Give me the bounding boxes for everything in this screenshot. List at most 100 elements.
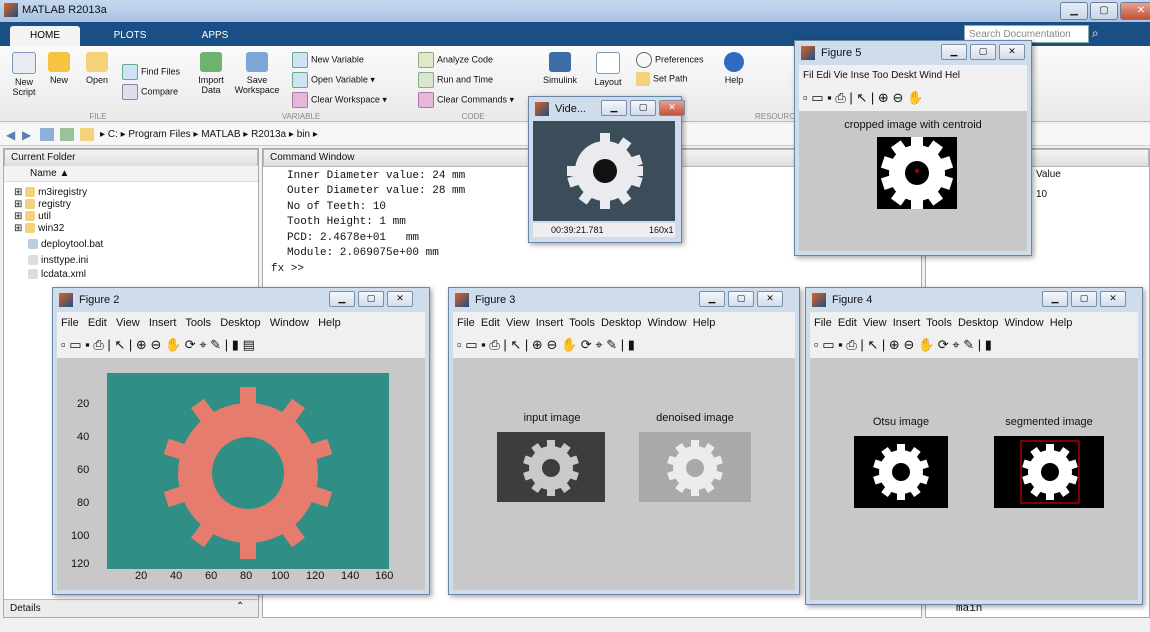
menu-view[interactable]: View (116, 317, 140, 329)
open-button[interactable]: Open (82, 52, 112, 85)
close-button[interactable]: ✕ (659, 100, 685, 116)
help-button[interactable]: Help (720, 52, 748, 85)
new-figure-icon[interactable]: ▫ (61, 337, 66, 352)
print-icon[interactable]: ⎙ (93, 337, 103, 352)
colorbar-icon[interactable]: ▮ (985, 337, 992, 352)
minimize-button[interactable]: ▁ (941, 44, 967, 60)
browse-icon[interactable] (60, 128, 74, 141)
menu-edit[interactable]: Edit (481, 317, 500, 329)
menu-window[interactable]: Window (647, 317, 686, 329)
menu-file[interactable]: File (457, 317, 475, 329)
menu-help[interactable]: Hel (945, 70, 960, 81)
set-path-button[interactable]: Set Path (636, 72, 688, 86)
zoom-out-icon[interactable]: ⊖ (903, 337, 914, 352)
minimize-button[interactable]: ▁ (699, 291, 725, 307)
preferences-button[interactable]: Preferences (636, 52, 704, 68)
print-icon[interactable]: ⎙ (489, 337, 499, 352)
menu-view[interactable]: View (863, 317, 887, 329)
data-cursor-icon[interactable]: ⌖ (952, 337, 959, 352)
zoom-out-icon[interactable]: ⊖ (546, 337, 557, 352)
list-item[interactable]: insttype.ini (28, 255, 88, 266)
menu-edit[interactable]: Edit (838, 317, 857, 329)
menu-desktop[interactable]: Deskt (891, 70, 917, 81)
new-figure-icon[interactable]: ▫ (803, 90, 808, 105)
close-button[interactable]: ✕ (1100, 291, 1126, 307)
open-icon[interactable]: ▭ (811, 90, 823, 105)
figure-2-window[interactable]: Figure 2 ▁ ▢ ✕ File Edit View Insert Tools… (52, 287, 430, 595)
video-player-window[interactable]: Vide... ▁ ▢ ✕ 00:39:21.781 160x1 (528, 96, 685, 243)
search-icon[interactable]: ⌕ (1092, 26, 1099, 41)
data-cursor-icon[interactable]: ⌖ (595, 337, 602, 352)
minimize-button[interactable]: ▁ (329, 291, 355, 307)
menu-tools[interactable]: Tools (569, 317, 595, 329)
zoom-in-icon[interactable]: ⊕ (878, 90, 889, 105)
new-button[interactable]: New (46, 52, 72, 85)
clear-commands-button[interactable]: Clear Commands ▾ (418, 92, 514, 108)
value-column-header[interactable]: Value (1036, 169, 1061, 180)
minimize-button[interactable]: ▁ (1042, 291, 1068, 307)
analyze-code-button[interactable]: Analyze Code (418, 52, 493, 68)
maximize-button[interactable]: ▢ (1071, 291, 1097, 307)
layout-button[interactable]: Layout (590, 52, 626, 87)
new-script-button[interactable]: New Script (8, 52, 40, 97)
maximize-button[interactable]: ▢ (358, 291, 384, 307)
menu-window[interactable]: Window (270, 317, 309, 329)
tab-plots[interactable]: PLOTS (100, 26, 160, 46)
compare-button[interactable]: Compare (122, 84, 178, 100)
close-button[interactable]: ✕ (1120, 2, 1150, 20)
pan-icon[interactable]: ✋ (561, 337, 577, 352)
menu-desktop[interactable]: Desktop (958, 317, 998, 329)
list-item[interactable]: ⊞ util (14, 211, 51, 222)
list-item[interactable]: ⊞ registry (14, 199, 71, 210)
zoom-in-icon[interactable]: ⊕ (532, 337, 543, 352)
list-item[interactable]: deploytool.bat (28, 239, 103, 250)
save-icon[interactable]: ▪ (827, 90, 832, 105)
back-icon[interactable]: ◀ (6, 128, 15, 142)
new-variable-button[interactable]: New Variable (292, 52, 364, 68)
close-button[interactable]: ✕ (999, 44, 1025, 60)
chevron-up-icon[interactable]: ⌃ (236, 601, 244, 612)
open-icon[interactable]: ▭ (69, 337, 81, 352)
pan-icon[interactable]: ✋ (907, 90, 923, 105)
details-label[interactable]: Details (10, 603, 41, 614)
menu-desktop[interactable]: Desktop (220, 317, 260, 329)
figure-3-window[interactable]: Figure 3 ▁ ▢ ✕ File Edit View Insert Tools… (448, 287, 800, 595)
command-prompt[interactable]: fx >> (271, 263, 304, 275)
pan-icon[interactable]: ✋ (165, 337, 181, 352)
pointer-icon[interactable]: ↖ (856, 90, 867, 105)
save-icon[interactable]: ▪ (85, 337, 90, 352)
menu-insert[interactable]: Insert (893, 317, 921, 329)
print-icon[interactable]: ⎙ (835, 90, 845, 105)
menu-edit[interactable]: Edi (816, 70, 830, 81)
breadcrumb[interactable]: ▸ C: ▸ Program Files ▸ MATLAB ▸ R2013a ▸… (100, 129, 318, 140)
tab-home[interactable]: HOME (10, 26, 80, 46)
print-icon[interactable]: ⎙ (846, 337, 856, 352)
rotate-icon[interactable]: ⟳ (581, 337, 592, 352)
menu-window[interactable]: Wind (919, 70, 942, 81)
brush-icon[interactable]: ✎ (210, 337, 221, 352)
maximize-button[interactable]: ▢ (630, 100, 656, 116)
menu-edit[interactable]: Edit (88, 317, 107, 329)
menu-help[interactable]: Help (1050, 317, 1073, 329)
rotate-icon[interactable]: ⟳ (938, 337, 949, 352)
simulink-button[interactable]: Simulink (540, 52, 580, 85)
zoom-in-icon[interactable]: ⊕ (889, 337, 900, 352)
open-variable-button[interactable]: Open Variable ▾ (292, 72, 375, 88)
maximize-button[interactable]: ▢ (970, 44, 996, 60)
rotate-icon[interactable]: ⟳ (185, 337, 196, 352)
menu-tools[interactable]: Tools (926, 317, 952, 329)
close-button[interactable]: ✕ (757, 291, 783, 307)
colorbar-icon[interactable]: ▮ (628, 337, 635, 352)
menu-view[interactable]: Vie (834, 70, 848, 81)
menu-file[interactable]: File (61, 317, 79, 329)
open-icon[interactable]: ▭ (822, 337, 834, 352)
import-data-button[interactable]: Import Data (196, 52, 226, 95)
menu-file[interactable]: Fil (803, 70, 814, 81)
menu-window[interactable]: Window (1004, 317, 1043, 329)
pan-icon[interactable]: ✋ (918, 337, 934, 352)
find-files-button[interactable]: Find Files (122, 64, 180, 80)
run-and-time-button[interactable]: Run and Time (418, 72, 493, 88)
pointer-icon[interactable]: ↖ (510, 337, 521, 352)
maximize-button[interactable]: ▢ (728, 291, 754, 307)
menu-view[interactable]: View (506, 317, 530, 329)
